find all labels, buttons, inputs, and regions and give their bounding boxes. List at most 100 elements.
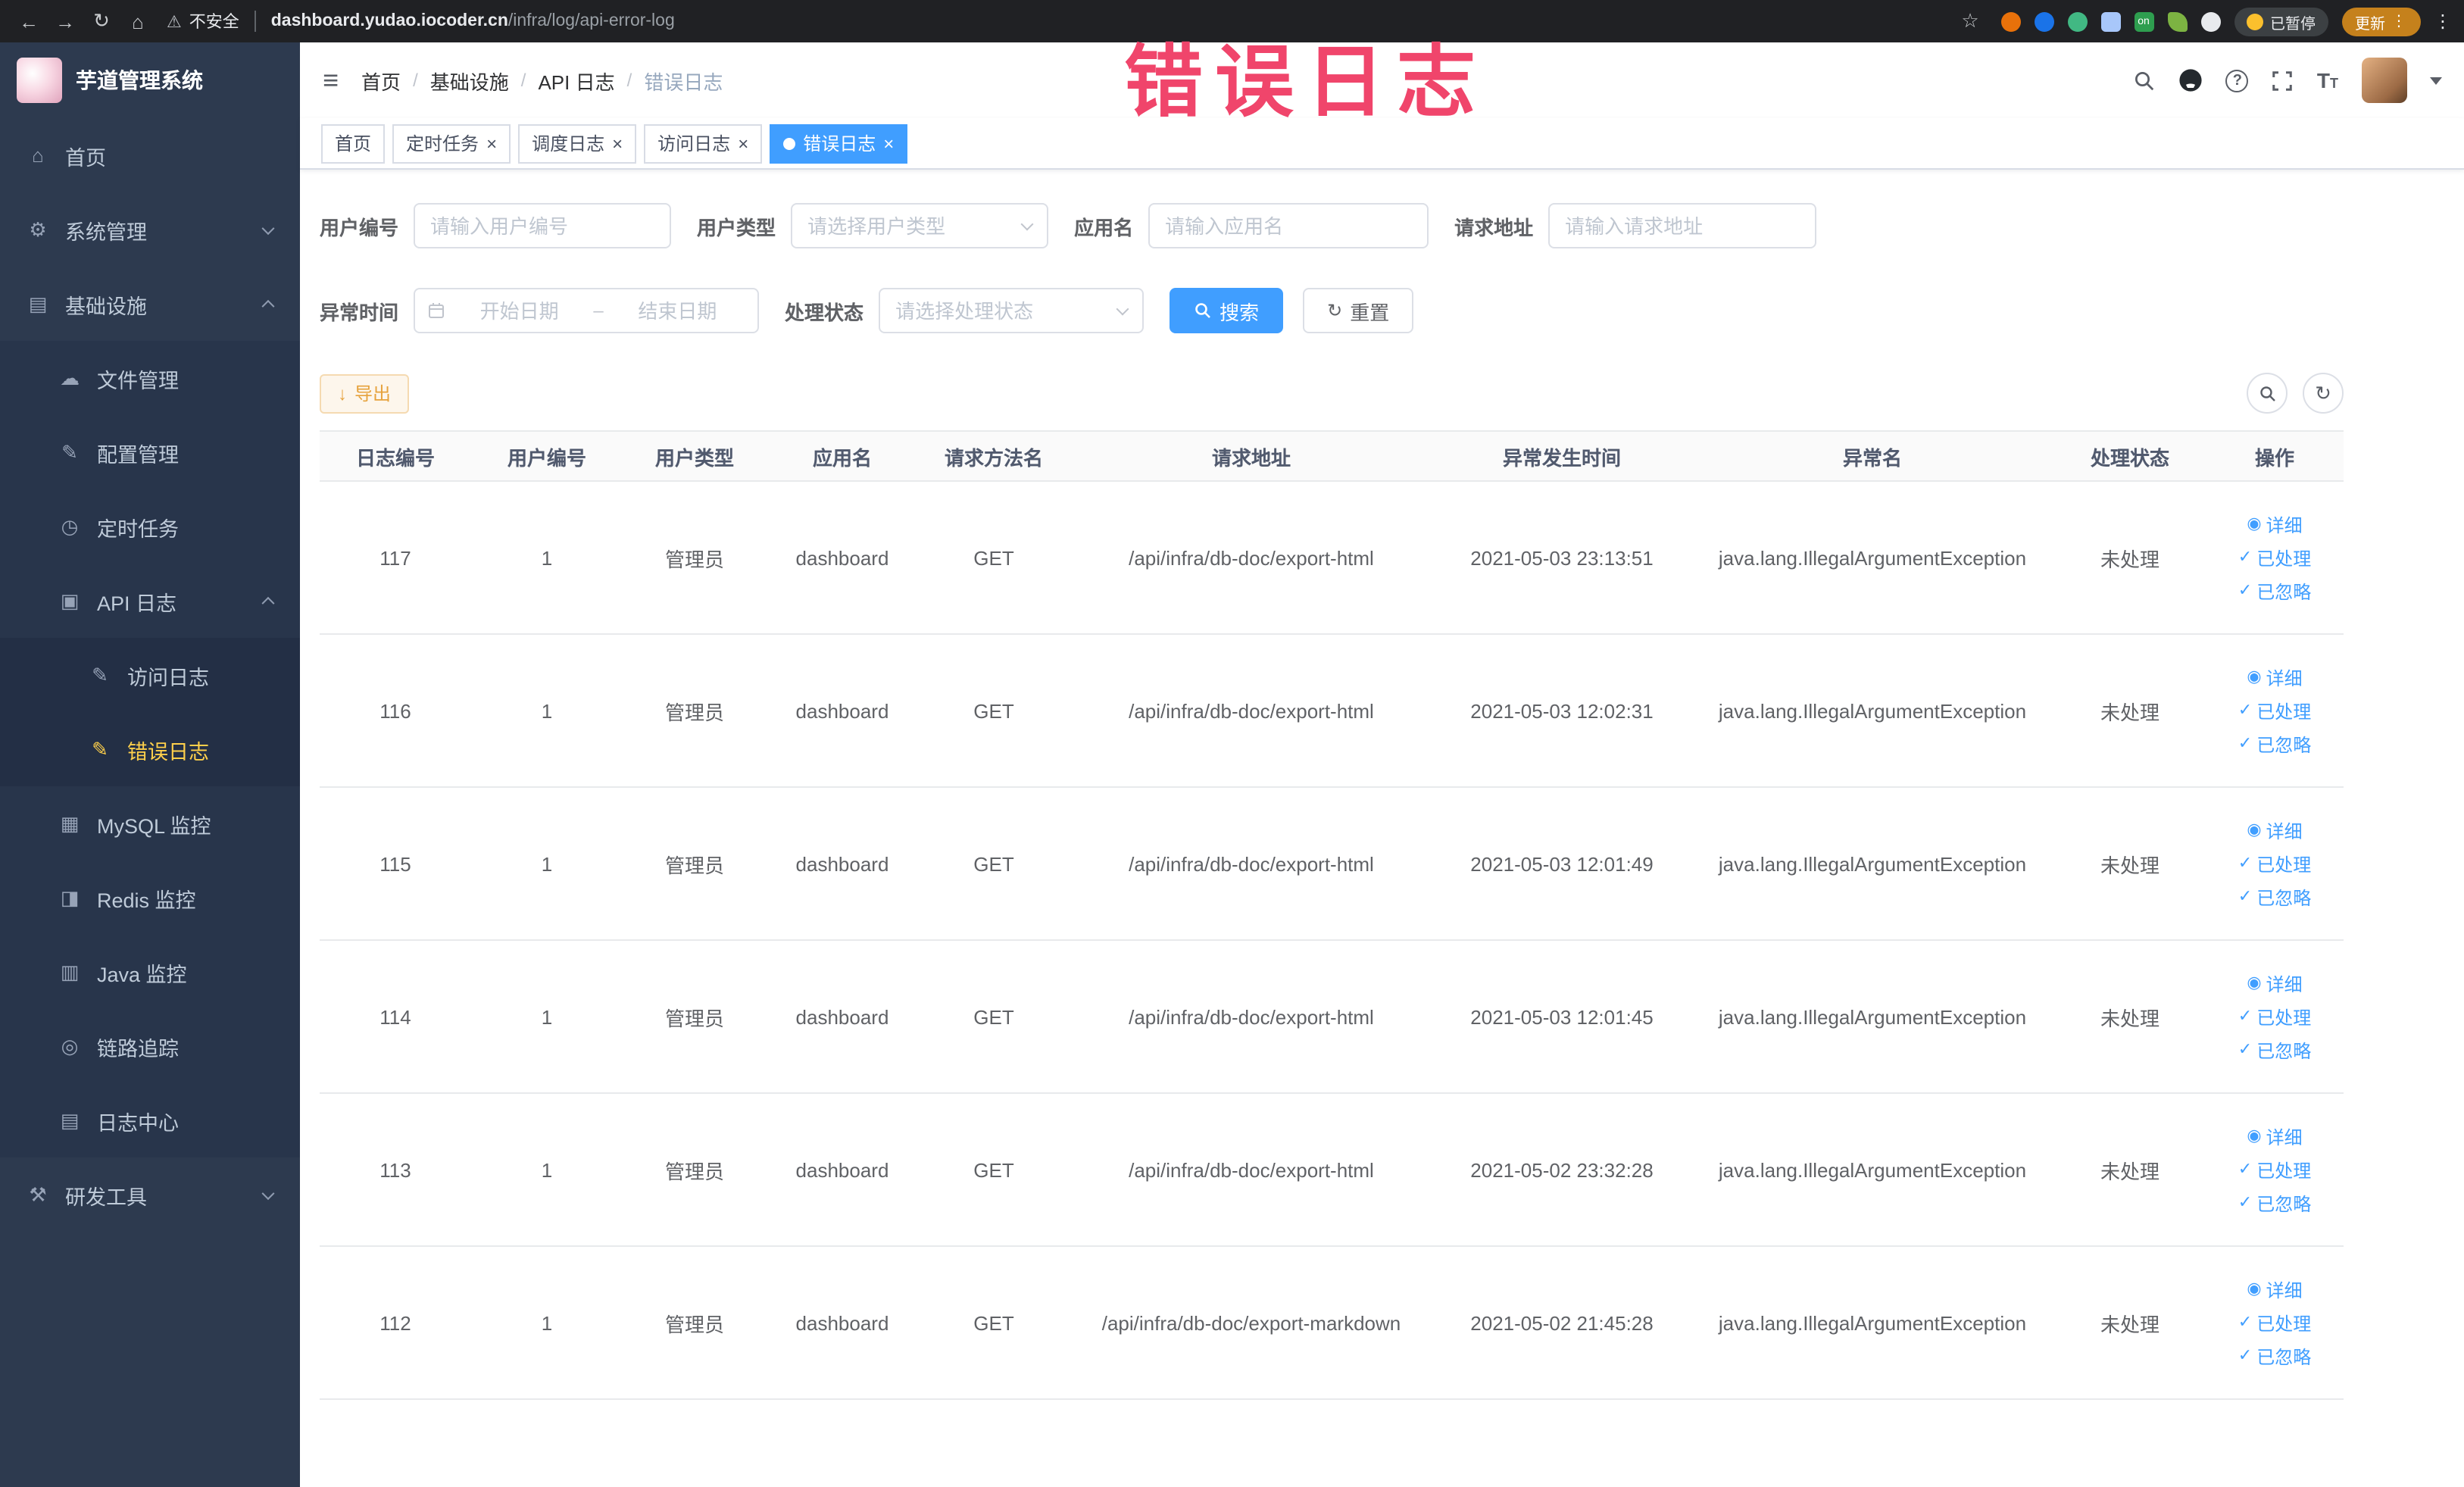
tab-scheduled-tasks[interactable]: 定时任务 × xyxy=(392,123,511,163)
chevron-down-icon xyxy=(1116,301,1129,315)
user-type-input[interactable] xyxy=(807,214,1014,237)
mark-processed-link[interactable]: ✓ 已处理 xyxy=(2238,545,2311,570)
security-indicator[interactable]: ⚠ 不安全 xyxy=(167,9,239,33)
mark-ignored-link[interactable]: ✓ 已忽略 xyxy=(2238,1343,2311,1369)
cell-method: GET xyxy=(918,787,1070,941)
tab-home[interactable]: 首页 xyxy=(321,123,386,163)
refresh-button[interactable]: ↻ xyxy=(2303,373,2344,414)
export-button[interactable]: ↓ 导出 xyxy=(320,373,410,413)
detail-link[interactable]: ◉ 详细 xyxy=(2247,1123,2302,1149)
sidebar-item-infrastructure[interactable]: ▤ 基础设施 xyxy=(0,267,300,341)
sidebar-item-mysql-monitor[interactable]: ▦ MySQL 监控 xyxy=(0,786,300,861)
detail-link[interactable]: ◉ 详细 xyxy=(2247,1276,2302,1302)
start-date-input[interactable] xyxy=(451,299,588,322)
sidebar-item-file-management[interactable]: ☁ 文件管理 xyxy=(0,341,300,415)
mark-ignored-link[interactable]: ✓ 已忽略 xyxy=(2238,731,2311,757)
breadcrumb-home[interactable]: 首页 xyxy=(361,66,401,95)
table-row: 112 1 管理员 dashboard GET /api/infra/db-do… xyxy=(320,1246,2344,1400)
extension-icon-on-badge[interactable]: on xyxy=(2134,11,2153,31)
tab-error-log[interactable]: 错误日志 × xyxy=(770,123,908,163)
detail-link[interactable]: ◉ 详细 xyxy=(2247,664,2302,690)
process-status-input[interactable] xyxy=(895,299,1110,322)
cell-method: GET xyxy=(918,940,1070,1094)
detail-link[interactable]: ◉ 详细 xyxy=(2247,970,2302,996)
date-range-picker[interactable]: – xyxy=(414,288,760,333)
search-icon[interactable] xyxy=(2134,69,2156,92)
logo[interactable]: 芋道管理系统 xyxy=(0,42,300,118)
sidebar-item-home[interactable]: ⌂ 首页 xyxy=(0,118,300,192)
mark-ignored-link[interactable]: ✓ 已忽略 xyxy=(2238,1190,2311,1216)
sidebar-item-dev-tools[interactable]: ⚒ 研发工具 xyxy=(0,1157,300,1232)
extension-icon-drop[interactable] xyxy=(2034,11,2053,31)
extension-icon-vue[interactable] xyxy=(2067,11,2087,31)
tab-access-log[interactable]: 访问日志 × xyxy=(644,123,763,163)
close-icon[interactable]: × xyxy=(612,134,623,152)
mark-processed-link[interactable]: ✓ 已处理 xyxy=(2238,698,2311,723)
paused-badge[interactable]: 已暂停 xyxy=(2234,7,2328,36)
mark-processed-link[interactable]: ✓ 已处理 xyxy=(2238,851,2311,876)
extension-icon-leaf[interactable] xyxy=(2167,11,2187,31)
request-url-input[interactable] xyxy=(1565,214,1800,237)
breadcrumb-error-log: 错误日志 xyxy=(644,70,723,93)
user-type-select[interactable] xyxy=(791,203,1049,248)
breadcrumb-infrastructure[interactable]: 基础设施 xyxy=(430,66,509,95)
cell-log-id: 114 xyxy=(320,940,471,1094)
ignored-label: 已忽略 xyxy=(2256,1040,2312,1061)
help-icon[interactable]: ? xyxy=(2225,69,2249,92)
address-bar[interactable]: dashboard.yudao.iocoder.cn /infra/log/ap… xyxy=(271,12,675,30)
close-icon[interactable]: × xyxy=(883,134,894,152)
sidebar-item-scheduled-tasks[interactable]: ◷ 定时任务 xyxy=(0,489,300,564)
browser-home-icon[interactable]: ⌂ xyxy=(121,5,155,38)
reload-icon[interactable]: ↻ xyxy=(85,5,118,38)
end-date-input[interactable] xyxy=(609,299,746,322)
mark-processed-link[interactable]: ✓ 已处理 xyxy=(2238,1157,2311,1182)
breadcrumb-api-logs[interactable]: API 日志 xyxy=(538,66,614,95)
github-icon[interactable] xyxy=(2179,68,2203,92)
toggle-search-button[interactable] xyxy=(2247,373,2288,414)
sidebar-item-log-center[interactable]: ▤ 日志中心 xyxy=(0,1083,300,1157)
reset-button[interactable]: ↻ 重置 xyxy=(1303,288,1414,333)
sidebar-item-java-monitor[interactable]: ▥ Java 监控 xyxy=(0,935,300,1009)
fullscreen-icon[interactable] xyxy=(2272,69,2294,92)
font-size-icon[interactable]: TT xyxy=(2317,70,2338,91)
sidebar-item-config-management[interactable]: ✎ 配置管理 xyxy=(0,415,300,489)
back-icon[interactable]: ← xyxy=(12,5,45,38)
avatar-caret-icon[interactable] xyxy=(2429,77,2441,84)
tab-label: 错误日志 xyxy=(803,133,876,155)
mark-ignored-link[interactable]: ✓ 已忽略 xyxy=(2238,1037,2311,1063)
sidebar-item-api-logs[interactable]: ▣ API 日志 xyxy=(0,564,300,638)
update-button[interactable]: 更新 ⋮ xyxy=(2341,7,2420,36)
mark-processed-link[interactable]: ✓ 已处理 xyxy=(2238,1310,2311,1335)
user-id-input[interactable] xyxy=(430,214,655,237)
ignored-label: 已忽略 xyxy=(2256,887,2312,908)
cell-method: GET xyxy=(918,481,1070,635)
mark-processed-link[interactable]: ✓ 已处理 xyxy=(2238,1004,2311,1029)
tab-label: 调度日志 xyxy=(532,133,605,155)
hamburger-icon[interactable]: ≡ xyxy=(323,67,339,94)
extension-icon-orange[interactable] xyxy=(2000,11,2020,31)
extension-icon-puzzle[interactable] xyxy=(2100,11,2120,31)
mark-ignored-link[interactable]: ✓ 已忽略 xyxy=(2238,578,2311,604)
close-icon[interactable]: × xyxy=(738,134,748,152)
browser-menu-icon[interactable]: ⋮ xyxy=(2434,11,2452,32)
bookmark-star-icon[interactable]: ☆ xyxy=(1953,5,1987,38)
user-id-field xyxy=(414,203,672,248)
forward-icon[interactable]: → xyxy=(48,5,82,38)
app-name-input[interactable] xyxy=(1165,214,1413,237)
detail-link[interactable]: ◉ 详细 xyxy=(2247,511,2302,537)
tab-schedule-log[interactable]: 调度日志 × xyxy=(518,123,637,163)
mark-ignored-link[interactable]: ✓ 已忽略 xyxy=(2238,884,2311,910)
sidebar-item-access-log[interactable]: ✎ 访问日志 xyxy=(0,638,300,712)
col-exception-time: 异常发生时间 xyxy=(1433,430,1691,482)
extension-icon-paw[interactable] xyxy=(2200,11,2220,31)
search-button[interactable]: 搜索 xyxy=(1170,288,1284,333)
detail-link[interactable]: ◉ 详细 xyxy=(2247,817,2302,843)
close-icon[interactable]: × xyxy=(486,134,497,152)
sidebar-item-redis-monitor[interactable]: ◨ Redis 监控 xyxy=(0,861,300,935)
user-avatar[interactable] xyxy=(2361,58,2406,103)
sidebar-item-error-log[interactable]: ✎ 错误日志 xyxy=(0,712,300,786)
process-status-select[interactable] xyxy=(879,288,1145,333)
ignored-label: 已忽略 xyxy=(2256,581,2312,602)
sidebar-item-system-management[interactable]: ⚙ 系统管理 xyxy=(0,192,300,267)
sidebar-item-trace[interactable]: ◎ 链路追踪 xyxy=(0,1009,300,1083)
